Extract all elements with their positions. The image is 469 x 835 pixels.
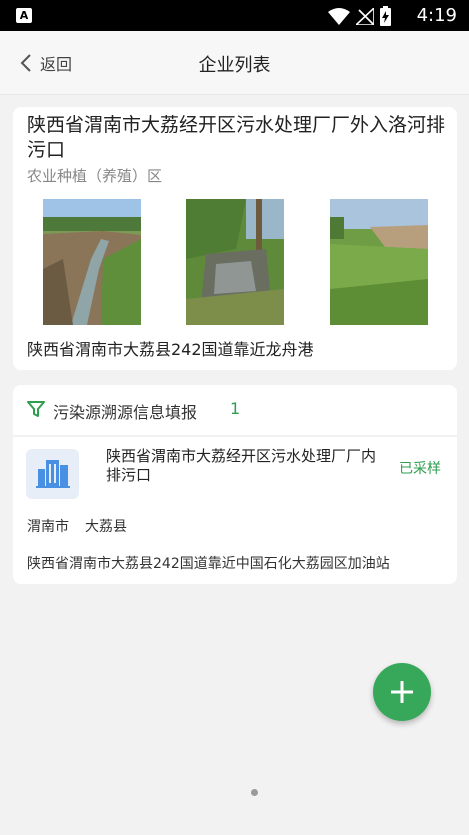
outlet-card[interactable]: 陕西省渭南市大荔经开区污水处理厂厂外入洛河排污口 农业种植（养殖）区 陕西省渭南…: [13, 107, 457, 370]
source-title: 陕西省渭南市大荔经开区污水处理厂厂内排污口: [106, 447, 377, 484]
river-bank-photo[interactable]: [43, 199, 141, 325]
page-indicator-dot: [251, 789, 258, 796]
building-icon: [26, 449, 79, 499]
wifi-icon: [328, 7, 350, 25]
add-button[interactable]: [373, 663, 431, 721]
clock: 4:19: [416, 5, 457, 26]
app-header: 返回 企业列表: [0, 31, 469, 95]
a-notification-icon: A: [16, 8, 32, 23]
source-address: 陕西省渭南市大荔县242国道靠近中国石化大荔园区加油站: [27, 556, 390, 572]
plus-icon: [391, 681, 413, 703]
outlet-address: 陕西省渭南市大荔县242国道靠近龙舟港: [27, 340, 314, 359]
source-city: 渭南市: [27, 519, 69, 535]
trace-section-label: 污染源溯源信息填报: [53, 403, 198, 422]
status-bar: A 4:19: [0, 0, 469, 31]
source-list-item[interactable]: 陕西省渭南市大荔经开区污水处理厂厂内排污口 已采样 渭南市 大荔县 陕西省渭南市…: [13, 437, 457, 584]
outlet-title: 陕西省渭南市大荔经开区污水处理厂厂外入洛河排污口: [27, 114, 446, 161]
grassy-field-photo[interactable]: [330, 199, 428, 325]
no-signal-icon: [356, 7, 374, 25]
trace-section-header: 污染源溯源信息填报 1: [13, 385, 457, 435]
source-county: 大荔县: [85, 519, 127, 535]
battery-charging-icon: [380, 6, 391, 26]
outlet-type: 农业种植（养殖）区: [27, 167, 163, 185]
filter-icon: [27, 401, 45, 417]
stream-with-tree-photo[interactable]: [186, 199, 284, 325]
trace-section-count: 1: [230, 399, 241, 418]
page-title: 企业列表: [198, 55, 271, 76]
status-badge: 已采样: [399, 461, 441, 477]
